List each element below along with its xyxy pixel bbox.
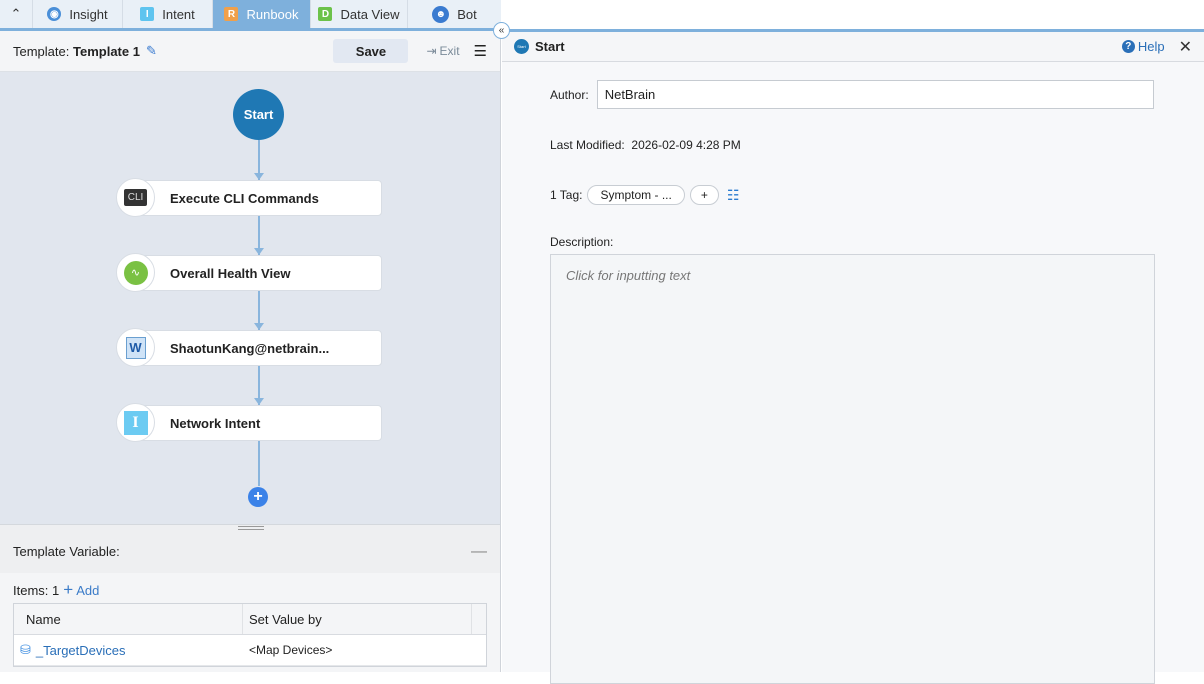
tab-data-view[interactable]: D Data View <box>311 0 408 28</box>
tab-bot[interactable]: ☻ Bot <box>408 0 501 28</box>
data-view-icon: D <box>318 7 333 21</box>
description-input[interactable]: Click for inputting text <box>550 254 1155 684</box>
exit-label: Exit <box>439 44 460 58</box>
help-link[interactable]: ? Help <box>1121 39 1165 54</box>
add-node-button[interactable]: + <box>248 487 268 507</box>
intent-icon: I <box>140 7 155 21</box>
edit-pencil-icon[interactable]: ✎ <box>146 43 157 59</box>
arrow-icon <box>254 398 264 405</box>
modified-label: Last Modified: <box>550 138 625 152</box>
template-name: Template 1 <box>73 43 140 59</box>
start-node[interactable]: Start <box>233 89 284 140</box>
arrow-icon <box>254 248 264 255</box>
collapse-up-button[interactable]: ⌃ <box>0 0 33 28</box>
add-label: Add <box>76 582 100 598</box>
save-button[interactable]: Save <box>333 39 409 63</box>
close-icon[interactable]: ✕ <box>1179 37 1192 57</box>
column-name[interactable]: Name <box>14 604 243 634</box>
cli-icon-text: CLI <box>123 189 148 206</box>
health-pulse-icon: ∿ <box>116 253 155 292</box>
template-variable-header: Template Variable: — <box>0 530 500 573</box>
start-icon: Start <box>514 39 529 54</box>
tag-list-icon[interactable]: ☷ <box>727 187 740 204</box>
flow-node-cli[interactable]: Execute CLI Commands <box>135 180 382 216</box>
collapse-panel-button[interactable]: « <box>493 22 510 39</box>
exit-icon: ⇥ <box>426 44 437 58</box>
node-label: Execute CLI Commands <box>170 190 319 206</box>
exit-button[interactable]: ⇥ Exit <box>426 44 459 58</box>
runbook-editor-panel: Template: Template 1 ✎ Save ⇥ Exit ☰ Star… <box>0 31 501 672</box>
items-count: Items: 1 <box>13 582 60 598</box>
top-tab-bar: ⌃ ◉ Insight I Intent R Runbook D Data View ☻… <box>0 0 501 31</box>
items-row: Items: 1 + Add <box>13 580 99 600</box>
device-icon: ⛁ <box>20 642 31 657</box>
flow-node-health[interactable]: Overall Health View <box>135 255 382 291</box>
flow-node-word-report[interactable]: ShaotunKang@netbrain... <box>135 330 382 366</box>
author-label: Author: <box>550 87 589 102</box>
variable-name[interactable]: _TargetDevices <box>36 643 126 658</box>
author-input[interactable]: NetBrain <box>596 80 1154 109</box>
variable-value: <Map Devices> <box>249 643 333 657</box>
variables-table: Name Set Value by ⛁ _TargetDevices <Map D… <box>13 603 487 667</box>
node-detail-panel: Start Start ? Help ✕ Author: NetBrain Las… <box>502 29 1204 684</box>
cli-icon: CLI <box>116 178 155 217</box>
tab-insight[interactable]: ◉ Insight <box>33 0 123 28</box>
editor-header: Template: Template 1 ✎ Save ⇥ Exit ☰ <box>0 31 500 72</box>
word-export-icon: W <box>116 328 155 367</box>
collapse-section-icon[interactable]: — <box>471 543 487 561</box>
add-variable-button[interactable]: + Add <box>63 580 99 600</box>
author-field-row: Author: NetBrain <box>550 80 1154 109</box>
add-tag-button[interactable]: + <box>689 185 719 205</box>
tab-intent[interactable]: I Intent <box>123 0 213 28</box>
runbook-icon: R <box>224 7 239 21</box>
detail-header: Start Start ? Help ✕ <box>502 32 1204 62</box>
help-label: Help <box>1137 39 1165 54</box>
tab-label: Data View <box>340 6 400 22</box>
modified-value: 2026-02-09 4:28 PM <box>631 138 741 152</box>
tab-label: Bot <box>457 6 477 22</box>
node-label: Overall Health View <box>170 265 291 281</box>
menu-icon[interactable]: ☰ <box>474 42 487 60</box>
flow-canvas: Start Execute CLI Commands CLI Overall H… <box>0 72 500 524</box>
plus-icon: + <box>63 580 74 599</box>
tab-label: Runbook <box>246 6 299 22</box>
flow-node-network-intent[interactable]: Network Intent <box>135 405 382 441</box>
table-header: Name Set Value by <box>14 604 486 635</box>
last-modified-row: Last Modified: 2026-02-09 4:28 PM <box>550 138 741 152</box>
insight-ai-icon: ◉ <box>47 7 62 21</box>
tag-row: 1 Tag: Symptom - ... + ☷ <box>550 185 739 205</box>
intent-icon: I <box>116 403 155 442</box>
tag-pill[interactable]: Symptom - ... <box>587 185 685 205</box>
table-row[interactable]: ⛁ _TargetDevices <Map Devices> <box>14 635 486 666</box>
help-icon: ? <box>1121 40 1135 53</box>
node-label: ShaotunKang@netbrain... <box>170 340 330 356</box>
tab-runbook[interactable]: R Runbook <box>213 0 311 28</box>
column-set-value-by[interactable]: Set Value by <box>243 604 472 634</box>
node-label: Network Intent <box>170 415 261 431</box>
detail-title: Start <box>535 39 565 54</box>
arrow-icon <box>254 173 264 180</box>
tag-label: 1 Tag: <box>550 188 583 202</box>
description-label: Description: <box>550 235 614 249</box>
bot-icon: ☻ <box>432 5 450 23</box>
connector <box>258 441 260 486</box>
template-label: Template: <box>13 43 70 59</box>
arrow-icon <box>254 323 264 330</box>
tab-label: Insight <box>69 6 108 22</box>
tab-label: Intent <box>162 6 195 22</box>
section-title: Template Variable: <box>13 544 120 559</box>
